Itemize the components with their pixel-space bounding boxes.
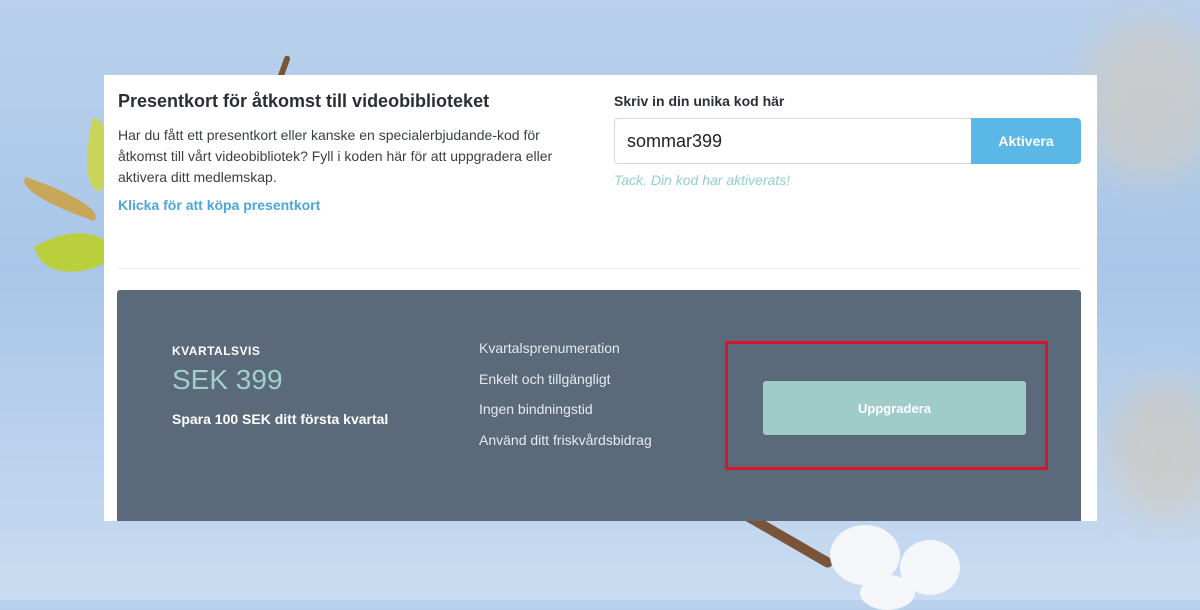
section-divider xyxy=(118,268,1081,269)
plan-features: Kvartalsprenumeration Enkelt och tillgän… xyxy=(479,339,652,461)
plan-card: KVARTALSVIS SEK 399 Spara 100 SEK ditt f… xyxy=(117,290,1081,521)
code-input-row: Aktivera xyxy=(614,118,1081,164)
buy-gift-card-link[interactable]: Klicka för att köpa presentkort xyxy=(118,197,588,213)
code-field-label: Skriv in din unika kod här xyxy=(614,93,785,109)
gift-card-section: Presentkort för åtkomst till videobiblio… xyxy=(118,91,588,213)
plan-feature: Enkelt och tillgängligt xyxy=(479,370,611,387)
plan-savings: Spara 100 SEK ditt första kvartal xyxy=(172,411,389,427)
code-section: Skriv in din unika kod här Aktivera Tack… xyxy=(614,93,1081,188)
code-success-message: Tack. Din kod har aktiverats! xyxy=(614,172,791,188)
gift-card-title: Presentkort för åtkomst till videobiblio… xyxy=(118,91,490,111)
plan-feature: Använd ditt friskvårdsbidrag xyxy=(479,431,652,448)
gift-card-description: Har du fått ett presentkort eller kanske… xyxy=(118,127,553,185)
activate-button[interactable]: Aktivera xyxy=(971,118,1081,164)
plan-feature: Ingen bindningstid xyxy=(479,401,593,417)
plan-price: SEK 399 xyxy=(172,364,283,395)
upgrade-button[interactable]: Uppgradera xyxy=(763,381,1026,435)
gift-card-panel: Presentkort för åtkomst till videobiblio… xyxy=(104,75,1097,521)
plan-feature: Kvartalsprenumeration xyxy=(479,340,620,356)
code-input[interactable] xyxy=(614,118,971,164)
plan-period: KVARTALSVIS xyxy=(172,344,261,358)
